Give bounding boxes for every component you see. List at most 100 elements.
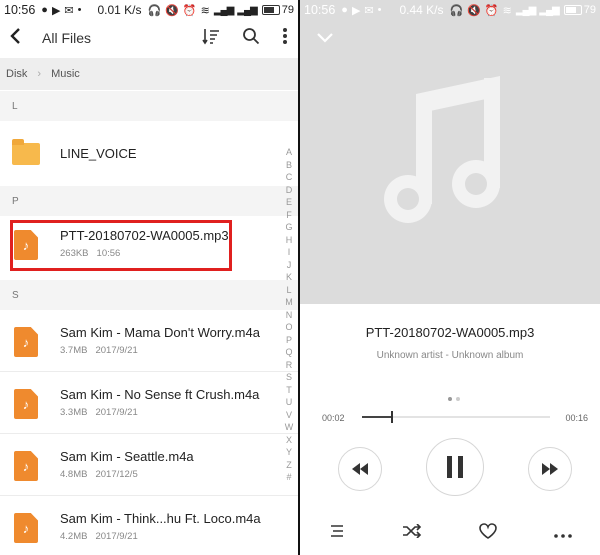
time-total: 00:16 <box>565 413 588 423</box>
alphabet-index-letter[interactable]: X <box>286 434 292 447</box>
section-letter: S <box>12 289 19 301</box>
selection-highlight <box>10 220 232 271</box>
alphabet-index-letter[interactable]: B <box>286 159 292 172</box>
back-arrow-icon[interactable] <box>10 27 36 50</box>
file-meta: 3.7MB 2017/9/21 <box>60 345 138 356</box>
alphabet-index-letter[interactable]: M <box>285 296 293 309</box>
alphabet-index-letter[interactable]: E <box>286 196 292 209</box>
alphabet-index-letter[interactable]: W <box>285 421 294 434</box>
alphabet-index[interactable]: A B C D E F G H I J K L M N O P Q R S T U V W X Y Z # <box>284 146 294 484</box>
section-header-s: S <box>0 280 298 310</box>
breadcrumb-current[interactable]: Music <box>51 68 80 80</box>
section-header-l: L <box>0 91 298 121</box>
file-name: Sam Kim - Seattle.m4a <box>60 449 194 464</box>
alphabet-index-letter[interactable]: P <box>286 334 292 347</box>
battery-level: 79 <box>281 4 294 16</box>
alphabet-index-letter[interactable]: F <box>286 209 292 222</box>
rewind-icon <box>352 463 368 475</box>
breadcrumb-root[interactable]: Disk <box>6 68 27 80</box>
dot-icon: • <box>77 4 82 16</box>
mail-icon: ✉ <box>364 4 374 17</box>
file-name: Sam Kim - No Sense ft Crush.m4a <box>60 387 260 402</box>
sort-icon[interactable] <box>202 27 220 50</box>
pause-button[interactable] <box>426 438 484 496</box>
shuffle-icon[interactable] <box>402 523 422 543</box>
file-browser-panel: 10:56 ● ▶ ✉ • 0.01 K/s 🎧 🔇 ⏰ ≋ ▂▄▆ ▂▄▆ 7… <box>0 0 300 555</box>
alphabet-index-letter[interactable]: Z <box>286 459 292 472</box>
more-horizontal-icon[interactable] <box>553 523 572 543</box>
list-item-folder[interactable]: LINE_VOICE <box>0 125 298 183</box>
battery-icon <box>261 5 280 15</box>
file-meta: 4.2MB 2017/9/21 <box>60 531 138 542</box>
alphabet-index-letter[interactable]: O <box>285 321 292 334</box>
headphones-icon: 🎧 <box>147 4 162 17</box>
section-letter: P <box>12 195 19 207</box>
alphabet-index-letter[interactable]: Q <box>285 346 292 359</box>
playlist-icon[interactable] <box>329 523 345 543</box>
mute-icon: 🔇 <box>165 4 179 17</box>
player-bottom-bar <box>300 520 600 546</box>
list-item-file[interactable]: ♪ Sam Kim - Seattle.m4a 4.8MB 2017/12/5 <box>0 437 298 495</box>
section-header-p: P <box>0 186 298 216</box>
audio-file-icon: ♪ <box>14 389 38 419</box>
alphabet-index-letter[interactable]: U <box>286 396 293 409</box>
status-bar: 10:56 ● ▶ ✉ • 0.44 K/s 🎧 🔇 ⏰ ≋ ▂▄▆ ▂▄▆ 7… <box>300 0 600 20</box>
chevron-down-icon[interactable] <box>316 28 334 49</box>
seek-bar-progress <box>362 416 393 418</box>
alphabet-index-letter[interactable]: A <box>286 146 292 159</box>
alphabet-index-letter[interactable]: K <box>286 271 292 284</box>
alphabet-index-letter[interactable]: Y <box>286 446 292 459</box>
top-toolbar: All Files <box>0 20 298 56</box>
file-meta: 3.3MB 2017/9/21 <box>60 407 138 418</box>
alphabet-index-letter[interactable]: N <box>286 309 293 322</box>
previous-button[interactable] <box>338 447 382 491</box>
breadcrumb: Disk › Music <box>0 58 298 90</box>
list-item-file[interactable]: ♪ Sam Kim - Mama Don't Worry.m4a 3.7MB 20… <box>0 313 298 371</box>
track-title: PTT-20180702-WA0005.mp3 <box>365 325 535 340</box>
time-current: 00:02 <box>322 413 345 423</box>
search-icon[interactable] <box>242 27 260 50</box>
next-button[interactable] <box>528 447 572 491</box>
message-icon: ● <box>341 4 348 16</box>
wifi-icon: ≋ <box>502 4 512 17</box>
alphabet-index-letter[interactable]: L <box>286 284 291 297</box>
headphones-icon: 🎧 <box>449 4 464 17</box>
music-note-icon <box>384 76 500 223</box>
breadcrumb-separator-icon: › <box>37 68 42 80</box>
fast-forward-icon <box>542 463 558 475</box>
signal-icon: ▂▄▆ <box>213 4 234 16</box>
file-meta: 4.8MB 2017/12/5 <box>60 469 138 480</box>
alphabet-index-letter[interactable]: D <box>286 184 293 197</box>
alarm-icon: ⏰ <box>182 4 197 17</box>
seek-bar-knob[interactable] <box>391 411 394 423</box>
heart-icon[interactable] <box>478 522 497 544</box>
page-indicator <box>448 397 460 401</box>
alphabet-index-letter[interactable]: H <box>286 234 293 247</box>
section-letter: L <box>12 100 18 112</box>
alphabet-index-letter[interactable]: # <box>286 471 291 484</box>
page-dot <box>456 397 460 401</box>
net-speed: 0.01 K/s <box>97 3 142 17</box>
list-item-file[interactable]: ♪ Sam Kim - Think...hu Ft. Loco.m4a 4.2M… <box>0 499 298 555</box>
dot-icon: • <box>377 4 382 16</box>
alphabet-index-letter[interactable]: J <box>287 259 292 272</box>
audio-file-icon: ♪ <box>14 451 38 481</box>
list-item-file[interactable]: ♪ Sam Kim - No Sense ft Crush.m4a 3.3MB 2… <box>0 375 298 433</box>
signal-icon: ▂▄▆ <box>515 4 536 16</box>
alarm-icon: ⏰ <box>484 4 499 17</box>
audio-file-icon: ♪ <box>14 513 38 543</box>
more-vertical-icon[interactable] <box>282 27 288 50</box>
alphabet-index-letter[interactable]: V <box>286 409 292 422</box>
seek-bar[interactable] <box>362 411 550 423</box>
alphabet-index-letter[interactable]: R <box>286 359 293 372</box>
alphabet-index-letter[interactable]: I <box>288 246 291 259</box>
alphabet-index-letter[interactable]: T <box>286 384 292 397</box>
alphabet-index-letter[interactable]: G <box>285 221 292 234</box>
wifi-icon: ≋ <box>200 4 210 17</box>
folder-icon <box>12 139 40 165</box>
file-name: LINE_VOICE <box>60 146 137 161</box>
alphabet-index-letter[interactable]: C <box>286 171 293 184</box>
pause-icon <box>447 456 463 478</box>
alphabet-index-letter[interactable]: S <box>286 371 292 384</box>
battery-level: 79 <box>583 4 596 16</box>
